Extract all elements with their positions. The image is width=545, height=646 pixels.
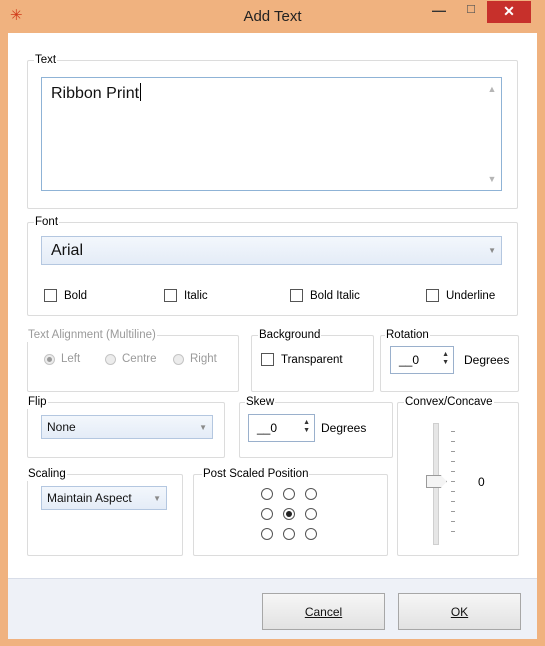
chevron-down-icon: ▼ xyxy=(153,493,161,503)
position-center-radio[interactable] xyxy=(283,508,295,520)
flip-group-label: Flip xyxy=(27,395,48,409)
background-group-label: Background xyxy=(258,328,322,342)
text-input[interactable]: Ribbon Print ▲ ▼ xyxy=(41,77,502,191)
spinner-arrows-icon[interactable]: ▲ ▼ xyxy=(303,419,310,435)
convex-concave-group: Convex/Concave xyxy=(397,395,519,556)
chevron-down-icon: ▼ xyxy=(488,246,496,255)
bold-italic-label: Bold Italic xyxy=(310,289,360,302)
slider-tick xyxy=(451,501,455,502)
bold-label: Bold xyxy=(64,289,88,302)
checkbox-box xyxy=(164,289,177,302)
text-group-label: Text xyxy=(34,53,58,67)
flip-select[interactable]: None ▼ xyxy=(41,415,213,439)
scroll-down-icon[interactable]: ▼ xyxy=(487,174,497,184)
rotation-unit: Degrees xyxy=(464,353,510,367)
position-bottom-center-radio[interactable] xyxy=(283,528,295,540)
scaling-select[interactable]: Maintain Aspect ▼ xyxy=(41,486,167,510)
align-centre-radio[interactable]: Centre xyxy=(105,353,157,365)
alignment-group-label: Text Alignment (Multiline) xyxy=(27,328,157,342)
slider-tick xyxy=(451,441,455,442)
position-bottom-right-radio[interactable] xyxy=(305,528,317,540)
checkbox-box xyxy=(290,289,303,302)
convex-value: 0 xyxy=(478,475,485,489)
skew-spinner[interactable]: __0 ▲ ▼ xyxy=(248,414,315,442)
transparent-checkbox[interactable]: Transparent xyxy=(261,353,343,366)
maximize-button[interactable]: ☐ xyxy=(455,0,487,22)
font-group-label: Font xyxy=(34,215,60,229)
radio-dot xyxy=(44,353,55,365)
scaling-select-value: Maintain Aspect xyxy=(47,491,132,505)
position-middle-left-radio[interactable] xyxy=(261,508,273,520)
italic-label: Italic xyxy=(184,289,208,302)
slider-tick xyxy=(451,431,455,432)
scroll-up-icon[interactable]: ▲ xyxy=(487,84,497,94)
slider-tick xyxy=(451,461,455,462)
italic-checkbox[interactable]: Italic xyxy=(164,289,208,302)
slider-tick xyxy=(451,511,455,512)
checkbox-box xyxy=(261,353,274,366)
bold-checkbox[interactable]: Bold xyxy=(44,289,87,302)
spinner-arrows-icon[interactable]: ▲ ▼ xyxy=(442,351,449,367)
flip-select-value: None xyxy=(47,420,76,434)
position-bottom-left-radio[interactable] xyxy=(261,528,273,540)
title-bar[interactable]: ✳ Add Text — ☐ ✕ xyxy=(0,0,545,33)
dialog-body: Text Ribbon Print ▲ ▼ Font Arial ▼ Bold … xyxy=(8,33,537,639)
checkbox-box xyxy=(426,289,439,302)
skew-value: __0 xyxy=(257,421,278,435)
ok-button[interactable]: OK xyxy=(398,593,521,630)
slider-tick xyxy=(451,451,455,452)
checkbox-box xyxy=(44,289,57,302)
scaling-group-label: Scaling xyxy=(27,467,67,481)
slider-tick xyxy=(451,491,455,492)
chevron-down-icon: ▼ xyxy=(199,422,207,432)
cancel-label: Cancel xyxy=(304,604,343,619)
underline-checkbox[interactable]: Underline xyxy=(426,289,495,302)
cancel-button[interactable]: Cancel xyxy=(262,593,385,630)
slider-tick xyxy=(451,531,455,532)
text-input-value: Ribbon Print xyxy=(51,83,142,102)
slider-tick xyxy=(451,481,455,482)
close-button[interactable]: ✕ xyxy=(487,1,531,23)
align-centre-label: Centre xyxy=(122,353,157,365)
align-left-radio[interactable]: Left xyxy=(44,353,80,365)
slider-tick xyxy=(451,521,455,522)
dialog-window: ✳ Add Text — ☐ ✕ Text Ribbon Print ▲ ▼ F… xyxy=(0,0,545,646)
ok-label: OK xyxy=(450,604,469,619)
align-right-label: Right xyxy=(190,353,217,365)
underline-label: Underline xyxy=(446,289,496,302)
transparent-label: Transparent xyxy=(281,353,343,366)
bold-italic-checkbox[interactable]: Bold Italic xyxy=(290,289,360,302)
position-middle-right-radio[interactable] xyxy=(305,508,317,520)
align-left-label: Left xyxy=(61,353,81,365)
position-top-center-radio[interactable] xyxy=(283,488,295,500)
position-top-right-radio[interactable] xyxy=(305,488,317,500)
rotation-value: __0 xyxy=(399,353,420,367)
rotation-group-label: Rotation xyxy=(385,328,430,342)
font-select-value: Arial xyxy=(51,241,84,259)
radio-dot xyxy=(173,353,184,365)
align-right-radio[interactable]: Right xyxy=(173,353,217,365)
skew-unit: Degrees xyxy=(321,421,367,435)
radio-dot xyxy=(105,353,116,365)
font-select[interactable]: Arial ▼ xyxy=(41,236,502,265)
slider-tick xyxy=(451,471,455,472)
minimize-button[interactable]: — xyxy=(423,0,455,22)
skew-group-label: Skew xyxy=(245,395,276,409)
position-top-left-radio[interactable] xyxy=(261,488,273,500)
post-scaled-position-label: Post Scaled Position xyxy=(202,467,310,481)
convex-concave-label: Convex/Concave xyxy=(404,395,494,409)
rotation-spinner[interactable]: __0 ▲ ▼ xyxy=(390,346,454,374)
